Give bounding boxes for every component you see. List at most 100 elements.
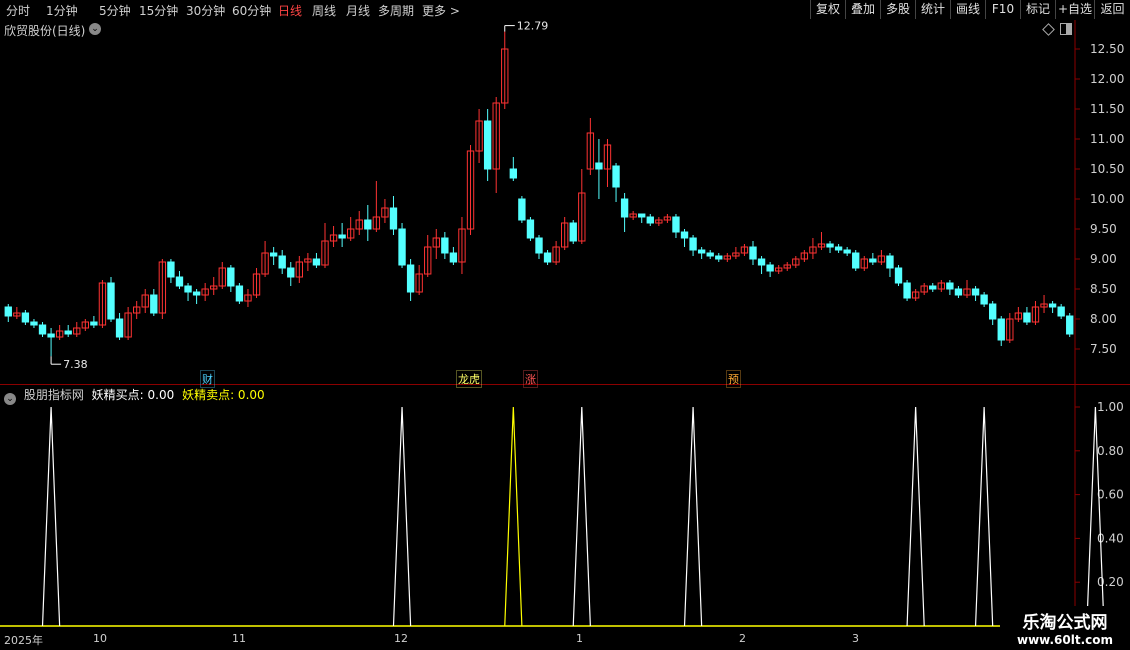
mark-button[interactable]: 标记 [1020, 0, 1055, 19]
candle [133, 301, 141, 319]
candle [509, 157, 518, 181]
buy-signal-spike [683, 406, 703, 627]
candle [364, 205, 372, 241]
price-tick-label: 7.50 [1090, 342, 1117, 356]
candle [911, 289, 920, 301]
candlestick-chart[interactable]: 12.50 12.00 11.50 11.00 10.50 10.00 9.50 9.00 8.… [0, 20, 1130, 385]
candle [227, 265, 235, 292]
candle [244, 289, 252, 307]
statistics-button[interactable]: 统计 [915, 0, 950, 19]
candle [526, 217, 535, 241]
candle [783, 262, 791, 271]
candle [150, 289, 158, 316]
add-watchlist-button[interactable]: +自选 [1055, 0, 1094, 19]
candle [655, 217, 663, 226]
candle [971, 286, 980, 301]
candle [680, 229, 689, 247]
candle [1014, 307, 1023, 322]
period-tab-timeshare[interactable]: 分时 [6, 2, 30, 19]
candle [321, 223, 329, 268]
candle [235, 283, 244, 304]
candle [312, 253, 321, 268]
period-tab-30min[interactable]: 30分钟 [186, 2, 225, 19]
period-tab-daily[interactable]: 日线 [278, 2, 302, 19]
candle [980, 292, 988, 307]
candle [894, 265, 903, 286]
candle [304, 253, 312, 271]
candle [757, 256, 766, 274]
overlay-button[interactable]: 叠加 [845, 0, 880, 19]
candle [210, 277, 218, 295]
candle [920, 283, 928, 295]
candle [466, 145, 475, 235]
period-tab-1min[interactable]: 1分钟 [46, 2, 78, 19]
candle [329, 226, 338, 247]
candle [706, 250, 714, 259]
candle [629, 211, 637, 220]
candle [1048, 301, 1057, 313]
indicator-chart[interactable]: 1.000.800.600.400.20 [0, 385, 1130, 630]
candle [338, 223, 346, 247]
candle [1040, 295, 1048, 313]
watermark-title: 乐淘公式网 [1022, 613, 1108, 633]
candle [107, 277, 115, 322]
price-tick-label: 8.00 [1090, 312, 1117, 326]
candle [381, 199, 389, 223]
candle [81, 319, 89, 331]
candle [175, 271, 184, 289]
low-marker-label: 7.38 [63, 358, 88, 371]
candle [4, 304, 12, 322]
candle [124, 307, 132, 340]
period-tab-monthly[interactable]: 月线 [346, 2, 370, 19]
period-tab-15min[interactable]: 15分钟 [139, 2, 178, 19]
candle [98, 280, 107, 328]
candle [723, 253, 732, 262]
candle [64, 325, 72, 337]
period-tab-60min[interactable]: 60分钟 [232, 2, 271, 19]
candle [809, 238, 817, 259]
price-tick-label: 11.00 [1090, 132, 1124, 146]
buy-signal-spike [1086, 406, 1105, 627]
candle [817, 232, 826, 250]
candle [1057, 304, 1065, 319]
candle [269, 247, 278, 265]
candle [167, 259, 175, 283]
candle [47, 328, 55, 357]
candle [826, 241, 834, 253]
candle [569, 220, 577, 244]
buy-signal-spike [572, 406, 591, 627]
candle [997, 316, 1005, 346]
draw-line-button[interactable]: 画线 [950, 0, 985, 19]
candle [612, 163, 620, 202]
candle [1066, 313, 1074, 337]
back-button[interactable]: 返回 [1094, 0, 1130, 19]
candle [937, 280, 946, 292]
candle [158, 259, 167, 319]
candle [946, 280, 954, 295]
candle [561, 217, 569, 250]
candle [432, 229, 440, 259]
price-tick-label: 10.50 [1090, 162, 1124, 176]
indicator-tick-label: 0.60 [1097, 488, 1124, 502]
candle [603, 139, 612, 187]
period-tab-more[interactable]: 更多 > [422, 2, 460, 19]
candle [800, 250, 809, 262]
restore-rights-button[interactable]: 复权 [810, 0, 845, 19]
watermark-url: www.60lt.com [1016, 633, 1114, 647]
period-tab-weekly[interactable]: 周线 [312, 2, 336, 19]
candle [261, 241, 269, 277]
candle [792, 256, 800, 268]
candle [595, 139, 603, 199]
candle [73, 322, 81, 337]
candle [398, 223, 406, 268]
multi-stock-button[interactable]: 多股 [880, 0, 915, 19]
candle [1023, 307, 1031, 325]
candle [638, 213, 646, 223]
period-tab-5min[interactable]: 5分钟 [99, 2, 131, 19]
candle [689, 235, 697, 256]
candle [740, 244, 749, 256]
f10-button[interactable]: F10 [985, 0, 1020, 19]
candle [483, 109, 492, 181]
period-tab-multi[interactable]: 多周期 [378, 2, 414, 19]
buy-signal-spike [906, 406, 925, 627]
